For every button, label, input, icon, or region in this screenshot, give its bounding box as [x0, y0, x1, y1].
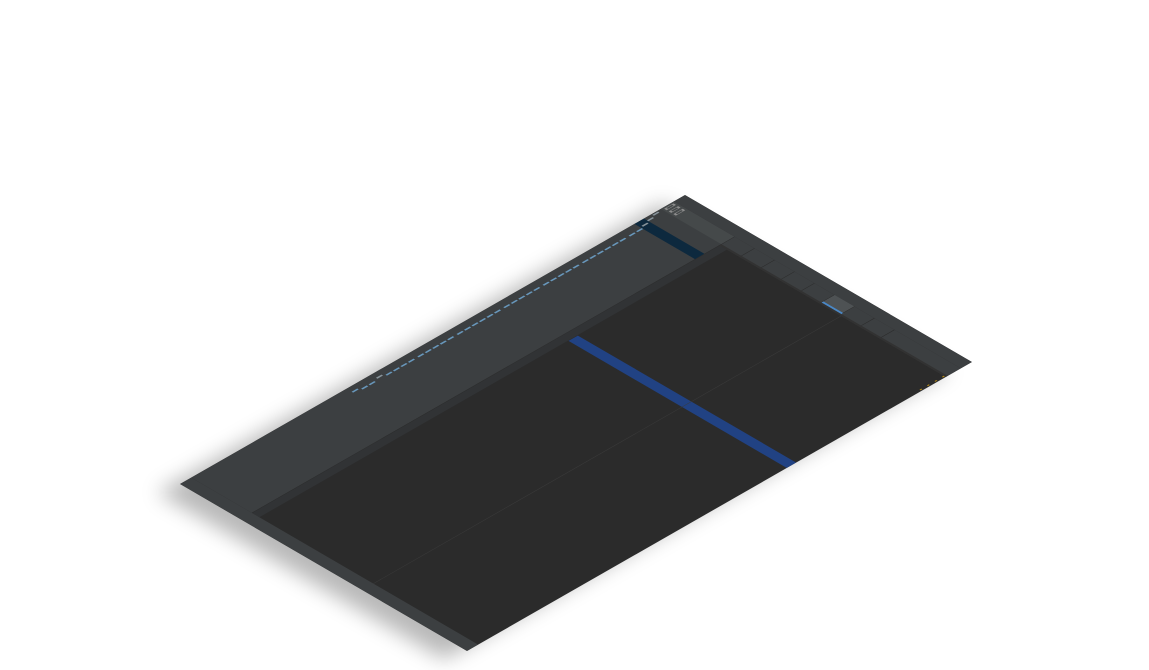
- file-icon: [408, 358, 416, 363]
- file-icon: [541, 282, 549, 286]
- file-icon: [479, 317, 487, 322]
- ide-window: [179, 195, 972, 651]
- file-icon: [612, 241, 620, 246]
- file-icon: [392, 367, 400, 372]
- file-icon: [565, 268, 573, 273]
- status-item[interactable]: [460, 640, 471, 646]
- file-icon: [518, 295, 526, 300]
- file-icon: [424, 349, 432, 354]
- file-icon: [432, 344, 440, 349]
- folder-icon: [653, 211, 661, 216]
- file-icon: [463, 326, 471, 331]
- status-item[interactable]: [464, 643, 475, 649]
- file-icon: [526, 290, 534, 295]
- file-icon: [604, 246, 612, 251]
- file-icon: [596, 250, 604, 255]
- file-icon: [549, 277, 557, 282]
- file-icon: [369, 380, 377, 385]
- folder-icon: [641, 222, 649, 227]
- file-icon: [494, 308, 502, 313]
- file-icon: [557, 273, 565, 278]
- file-icon: [447, 335, 455, 340]
- file-icon: [400, 362, 408, 367]
- isometric-scene: [0, 0, 1149, 670]
- folder-icon: [375, 374, 383, 379]
- file-icon: [351, 388, 359, 393]
- file-icon: [510, 299, 518, 304]
- file-icon: [385, 371, 393, 376]
- file-icon: [620, 237, 627, 242]
- file-icon: [627, 232, 635, 237]
- file-icon: [361, 385, 369, 390]
- file-icon: [439, 340, 447, 345]
- file-icon: [416, 353, 424, 358]
- file-icon: [580, 259, 588, 264]
- status-item[interactable]: [456, 638, 467, 644]
- file-icon: [533, 286, 541, 291]
- file-icon: [588, 255, 596, 260]
- folder-icon: [647, 216, 655, 221]
- file-icon: [635, 228, 643, 233]
- file-icon: [471, 322, 479, 327]
- file-icon: [455, 331, 463, 336]
- file-icon: [573, 264, 581, 269]
- file-icon: [502, 304, 510, 309]
- file-icon: [486, 313, 494, 318]
